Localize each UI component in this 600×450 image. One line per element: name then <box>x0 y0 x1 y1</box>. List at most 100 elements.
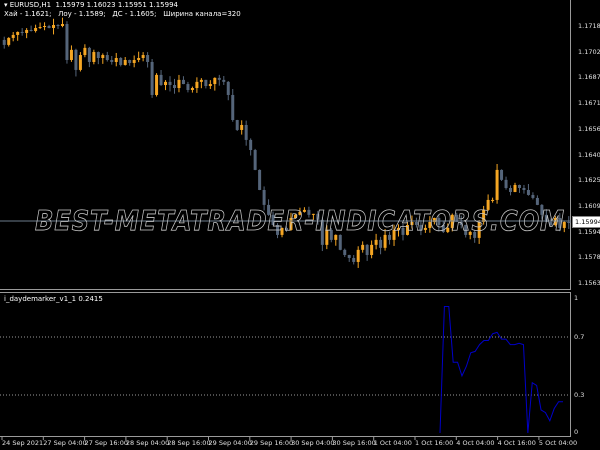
candle-body <box>347 254 351 258</box>
candle-body <box>7 37 11 45</box>
candle-body <box>240 124 244 130</box>
candle-body <box>262 189 266 205</box>
indicator-label: i_daydemarker_v1_1 0.2415 <box>4 295 103 303</box>
candle-body <box>258 169 262 190</box>
candle-body <box>74 49 78 70</box>
candle-body <box>517 185 521 188</box>
candle-body <box>65 24 69 60</box>
watermark: BEST-METATRADER-INDICATORS.COM <box>35 204 565 237</box>
candle-body <box>208 84 212 87</box>
candle-body <box>25 29 29 33</box>
candle-body <box>509 187 513 192</box>
candle-body <box>78 55 82 70</box>
candle-body <box>495 169 499 200</box>
candle-body <box>132 59 136 63</box>
candle-body <box>128 59 132 63</box>
candle-body <box>567 221 571 223</box>
candle-body <box>114 58 118 62</box>
info-line: Хай - 1.1621; Лоу - 1.1589; ДС - 1.1605;… <box>4 10 241 18</box>
candle-body <box>20 31 24 33</box>
candle-body <box>204 79 208 87</box>
candle-body <box>253 150 257 170</box>
candle-body <box>199 79 203 82</box>
candle-body <box>164 81 168 86</box>
candle-body <box>226 81 230 95</box>
candle-body <box>101 55 105 59</box>
ind-level-1: 1 <box>574 294 579 302</box>
candle-body <box>168 81 172 86</box>
candle-body <box>146 55 150 62</box>
candle-body <box>83 47 87 56</box>
ind-level-0: 0 <box>574 428 579 436</box>
candle-body <box>374 239 378 245</box>
candle-body <box>338 234 342 250</box>
candle-body <box>231 94 235 121</box>
time-tick-label: 4 Oct 16:00 <box>497 439 536 447</box>
price-tick-label: 1.15630 <box>578 279 600 287</box>
candle-body <box>137 58 141 60</box>
candle-body <box>56 25 60 27</box>
price-tick-label: 1.16560 <box>578 124 600 133</box>
candle-body <box>119 58 123 65</box>
candle-body <box>2 39 6 45</box>
indicator-line <box>439 306 563 434</box>
candle-body <box>47 26 51 28</box>
price-tick-label: 1.16870 <box>578 73 600 82</box>
candle-body <box>181 79 185 85</box>
candle-body <box>531 194 535 198</box>
ind-level-0.3: 0.3 <box>574 391 585 399</box>
candle-body <box>159 74 163 86</box>
candle-body <box>352 257 356 262</box>
candle-body <box>190 88 194 91</box>
symbol-header: ▾ EURUSD,H1 1.15979 1.16023 1.15951 1.15… <box>4 1 178 9</box>
candle-body <box>60 24 64 26</box>
price-tick-label: 1.16405 <box>578 150 600 159</box>
candle-body <box>500 169 504 180</box>
price-tick-label: 1.16095 <box>578 201 600 210</box>
candle-body <box>52 25 56 28</box>
time-tick-label: 29 Sep 04:00 <box>208 439 252 447</box>
candle-body <box>504 179 508 188</box>
candle-body <box>222 79 226 82</box>
candle-body <box>92 52 96 62</box>
price-tick-label: 1.15940 <box>578 227 600 236</box>
candle-body <box>177 79 181 89</box>
time-tick-label: 27 Sep 16:00 <box>84 439 128 447</box>
candle-body <box>155 74 159 95</box>
price-tick-label: 1.17180 <box>578 22 600 30</box>
price-tick-label: 1.16250 <box>578 176 600 185</box>
candle-body <box>141 55 145 59</box>
candle-body <box>43 26 47 27</box>
candle-body <box>16 31 20 35</box>
candle-body <box>105 55 109 60</box>
candle-body <box>244 124 248 140</box>
time-tick-label: 5 Oct 04:00 <box>538 439 578 447</box>
candle-body <box>123 59 127 65</box>
time-tick-label: 28 Sep 04:00 <box>125 439 170 447</box>
candle-body <box>513 185 517 192</box>
time-tick-label: 29 Sep 16:00 <box>249 439 294 447</box>
candle-body <box>69 49 73 60</box>
candle-body <box>343 249 347 255</box>
candle-body <box>150 61 154 95</box>
candle-body <box>522 187 526 190</box>
candle-body <box>195 81 199 89</box>
time-tick-label: 27 Sep 04:00 <box>43 439 87 447</box>
candle-body <box>370 244 374 255</box>
candle-body <box>356 249 360 262</box>
price-tick-label: 1.15785 <box>578 253 600 262</box>
time-tick-label: 4 Oct 04:00 <box>456 439 495 447</box>
chart-canvas: BEST-METATRADER-INDICATORS.COM <box>0 17 571 440</box>
symbol-ohlc: EURUSD,H1 1.15979 1.16023 1.15951 1.1599… <box>9 1 178 9</box>
time-tick-label: 28 Sep 16:00 <box>167 439 211 447</box>
candle-body <box>217 77 221 80</box>
candle-body <box>379 239 383 248</box>
time-tick-label: 30 Sep 04:00 <box>291 439 335 447</box>
candle-body <box>526 189 530 195</box>
time-tick-label: 30 Sep 16:00 <box>332 439 376 447</box>
candle-body <box>38 26 42 28</box>
price-tick-label: 1.16715 <box>578 99 600 108</box>
candle-body <box>172 85 176 89</box>
candle-body <box>249 139 253 151</box>
ind-level-0.7: 0.7 <box>574 333 585 341</box>
